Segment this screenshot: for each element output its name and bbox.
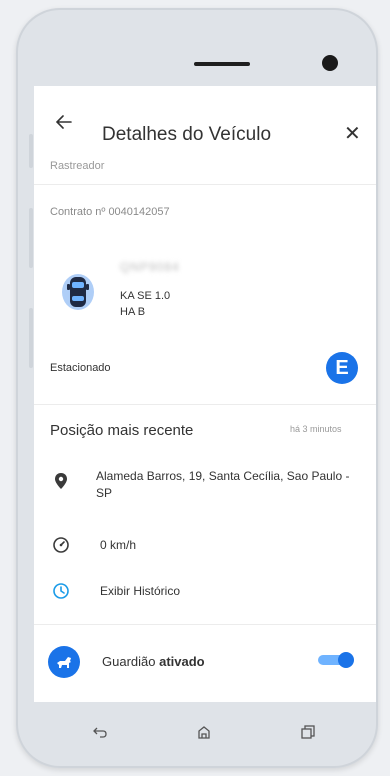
guardian-label: Guardião ativado bbox=[102, 654, 205, 669]
app-bar: Detalhes do Veículo ✕ bbox=[34, 86, 376, 156]
clock-icon bbox=[53, 583, 69, 599]
return-icon bbox=[93, 727, 107, 738]
page-title: Detalhes do Veículo bbox=[102, 124, 272, 145]
position-time: há 3 minutos bbox=[290, 424, 342, 434]
license-plate: QNP9084 bbox=[120, 260, 180, 274]
nav-back-button[interactable] bbox=[88, 720, 112, 744]
volume-button bbox=[29, 134, 33, 168]
back-button[interactable] bbox=[50, 108, 78, 136]
dog-icon bbox=[57, 657, 71, 668]
app-screen: Detalhes do Veículo ✕ Rastreador Contrat… bbox=[34, 86, 376, 702]
divider bbox=[34, 404, 376, 405]
side-button-2 bbox=[29, 308, 33, 368]
guardian-toggle[interactable] bbox=[318, 652, 354, 668]
vehicle-version: HA B bbox=[120, 306, 146, 318]
nav-recents-button[interactable] bbox=[296, 720, 320, 744]
vehicle-model: KA SE 1.0 bbox=[120, 290, 171, 302]
guardian-icon bbox=[48, 646, 80, 678]
close-button[interactable]: ✕ bbox=[344, 124, 361, 144]
location-pin-icon bbox=[55, 473, 67, 489]
history-link[interactable]: Exibir Histórico bbox=[100, 584, 180, 598]
side-button bbox=[29, 208, 33, 268]
nav-home-button[interactable] bbox=[192, 720, 216, 744]
divider bbox=[34, 184, 376, 185]
guardian-state: ativado bbox=[159, 654, 205, 669]
status-badge: E bbox=[326, 352, 358, 384]
arrow-left-icon bbox=[56, 115, 72, 129]
front-camera bbox=[322, 55, 338, 71]
system-nav-bar bbox=[34, 702, 376, 758]
address-text: Alameda Barros, 19, Santa Cecília, Sao P… bbox=[96, 469, 350, 500]
toggle-knob bbox=[338, 652, 354, 668]
section-label-faded: Rastreador bbox=[50, 160, 105, 172]
vehicle-status: Estacionado bbox=[50, 362, 111, 374]
recents-icon bbox=[301, 725, 315, 739]
contract-number: Contrato nº 0040142057 bbox=[50, 206, 170, 218]
guardian-label-prefix: Guardião bbox=[102, 654, 160, 669]
speaker-grille bbox=[194, 62, 250, 66]
speed-value: 0 km/h bbox=[100, 538, 137, 552]
divider bbox=[34, 624, 376, 625]
speedometer-icon bbox=[53, 537, 69, 553]
car-icon bbox=[60, 272, 96, 312]
position-title: Posição mais recente bbox=[50, 422, 194, 439]
home-icon bbox=[198, 726, 210, 739]
